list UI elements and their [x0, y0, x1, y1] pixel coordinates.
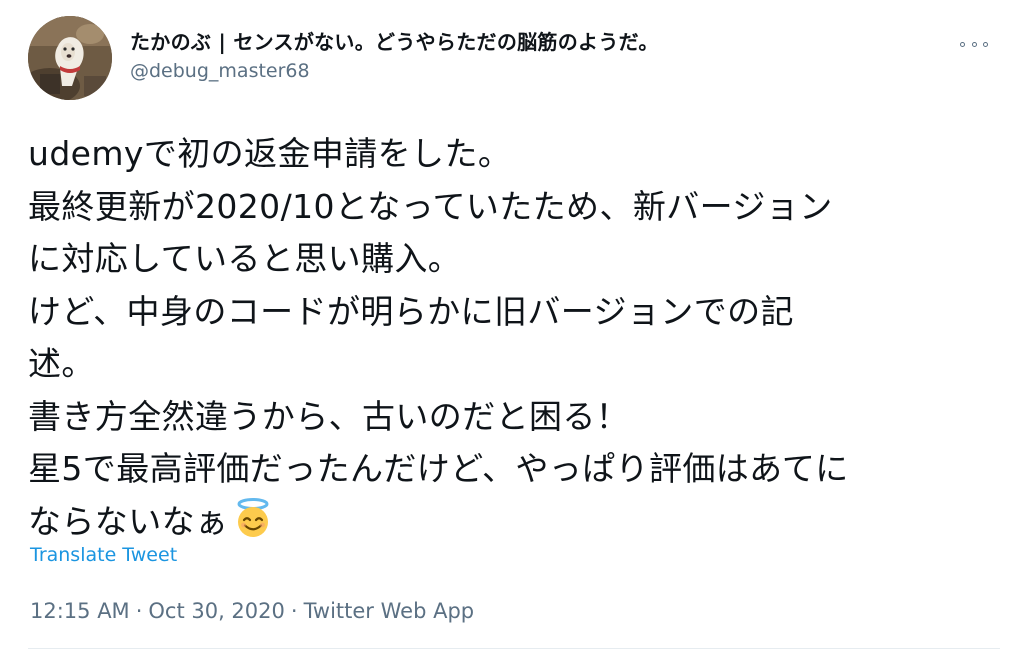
- more-dot: [983, 41, 988, 47]
- tweet-text-line: に対応していると思い購入。: [28, 239, 462, 278]
- tweet-text: udemyで初の返金申請をした。 最終更新が2020/10となっていたため、新バ…: [28, 128, 998, 548]
- tweet-text-line: 述。: [28, 344, 95, 383]
- more-dot: [960, 41, 965, 47]
- translate-tweet-link[interactable]: Translate Tweet: [30, 543, 177, 567]
- meta-separator: ·: [135, 599, 143, 623]
- tweet-text-line: 書き方全然違うから、古いのだと困る！: [28, 396, 630, 436]
- tweet-text-line-content: ならないなぁ: [28, 501, 229, 541]
- tweet-date[interactable]: Oct 30, 2020: [148, 599, 285, 623]
- avatar-dog-photo: [28, 16, 112, 100]
- tweet-text-line: 最終更新が2020/10となっていたため、新バージョン: [28, 186, 833, 226]
- divider: [28, 648, 1000, 649]
- avatar[interactable]: [28, 16, 112, 100]
- smiling-face-with-halo-icon: [237, 497, 269, 537]
- tweet-source[interactable]: Twitter Web App: [304, 599, 475, 623]
- user-names: たかのぶ | センスがない。どうやらただの脳筋のようだ。 @debug_mast…: [130, 30, 659, 82]
- tweet-text-line-last: ならないなぁ: [28, 496, 998, 549]
- user-handle[interactable]: @debug_master68: [130, 60, 659, 82]
- more-dot: [971, 41, 977, 47]
- tweet-text-line: udemyで初の返金申請をした。: [28, 134, 512, 173]
- tweet-header: たかのぶ | センスがない。どうやらただの脳筋のようだ。 @debug_mast…: [28, 16, 1000, 100]
- more-horizontal-icon[interactable]: [960, 34, 988, 54]
- meta-separator: ·: [290, 599, 298, 623]
- tweet-meta: 12:15 AM · Oct 30, 2020 · Twitter Web App: [30, 598, 474, 624]
- tweet-card: たかのぶ | センスがない。どうやらただの脳筋のようだ。 @debug_mast…: [0, 0, 1024, 662]
- tweet-text-line: けど、中身のコードが明らかに旧バージョンでの記: [28, 291, 794, 331]
- tweet-text-line: 星5で最高評価だったんだけど、やっぱり評価はあてに: [28, 449, 849, 488]
- tweet-time[interactable]: 12:15 AM: [30, 599, 130, 623]
- display-name[interactable]: たかのぶ | センスがない。どうやらただの脳筋のようだ。: [130, 30, 659, 54]
